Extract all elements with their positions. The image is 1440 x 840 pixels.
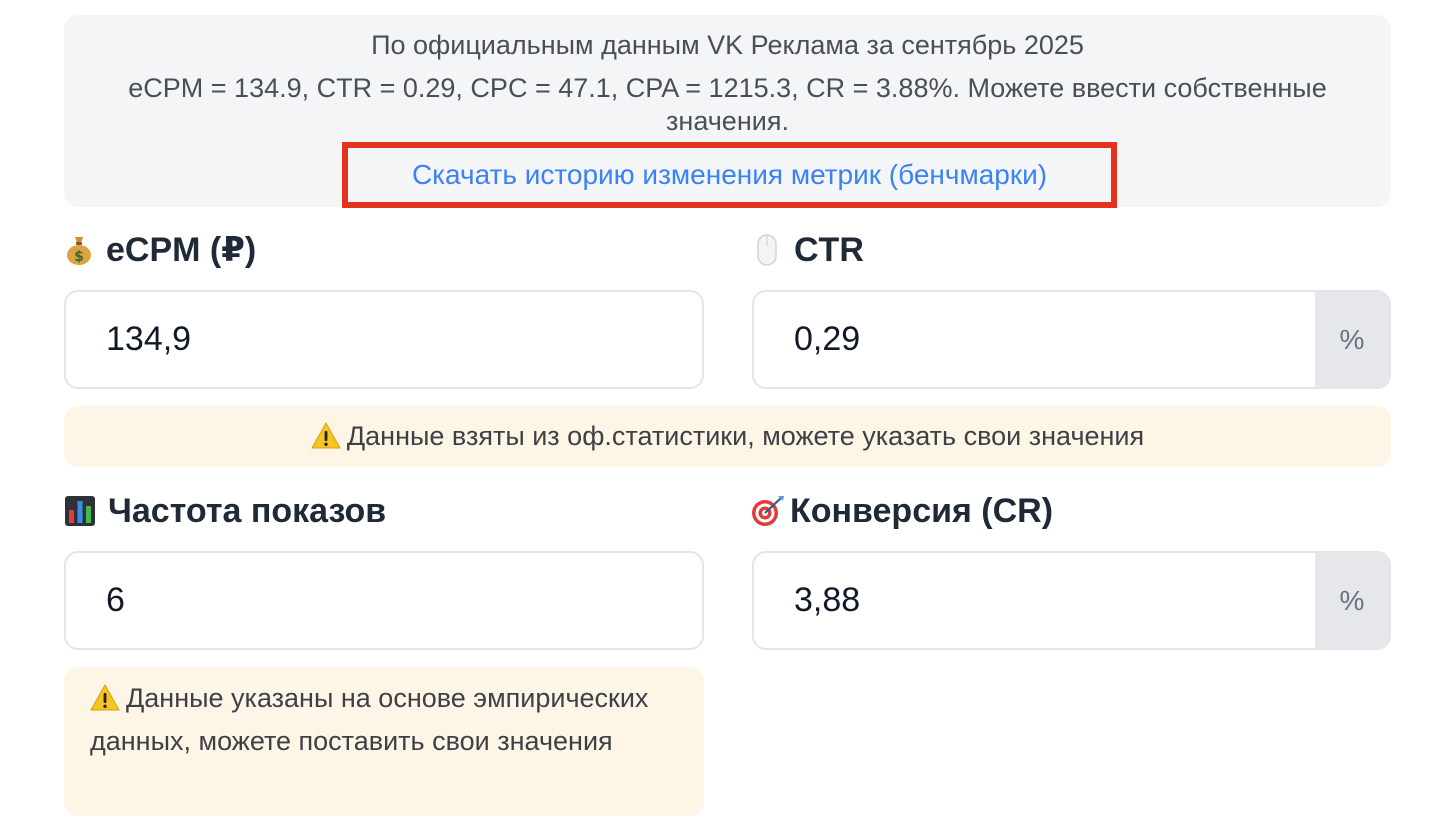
frequency-input-group	[64, 551, 704, 650]
ecpm-input-group	[64, 290, 704, 389]
ctr-label: CTR	[752, 228, 864, 272]
download-benchmarks-link[interactable]: Скачать историю изменения метрик (бенчма…	[342, 142, 1117, 208]
frequency-input[interactable]	[66, 553, 702, 648]
target-icon	[750, 494, 786, 528]
ctr-input[interactable]	[754, 292, 1315, 387]
money-bag-icon: $	[64, 234, 94, 266]
conversion-percent-suffix: %	[1315, 553, 1389, 648]
conversion-input[interactable]	[754, 553, 1315, 648]
frequency-label: Частота показов	[64, 489, 386, 533]
download-benchmarks-link-label: Скачать историю изменения метрик (бенчма…	[411, 159, 1048, 190]
info-line-source: По официальным данным VK Реклама за сент…	[371, 30, 1084, 60]
conversion-label: Конверсия (CR)	[750, 489, 1053, 533]
ecpm-label: $ eCPM (₽)	[64, 228, 256, 272]
ctr-label-text: CTR	[794, 230, 864, 269]
bar-chart-icon	[64, 495, 96, 527]
frequency-label-text: Частота показов	[108, 491, 387, 530]
official-data-note-text: Данные взяты из оф.статистики, можете ук…	[346, 421, 1145, 451]
warning-icon	[311, 421, 341, 452]
empirical-data-note-text: Данные указаны на основе эмпирических да…	[90, 683, 649, 756]
conversion-input-group: %	[752, 551, 1391, 650]
ecpm-input[interactable]	[66, 292, 702, 387]
conversion-label-text: Конверсия (CR)	[790, 491, 1054, 530]
empirical-data-note: Данные указаны на основе эмпирических да…	[64, 667, 704, 816]
ctr-input-group: %	[752, 290, 1391, 389]
mouse-icon	[752, 233, 782, 267]
ctr-percent-suffix: %	[1315, 292, 1389, 387]
svg-text:$: $	[74, 249, 84, 265]
official-data-note: Данные взяты из оф.статистики, можете ук…	[64, 406, 1391, 467]
warning-icon	[90, 677, 120, 720]
ecpm-label-text: eCPM (₽)	[106, 231, 257, 269]
